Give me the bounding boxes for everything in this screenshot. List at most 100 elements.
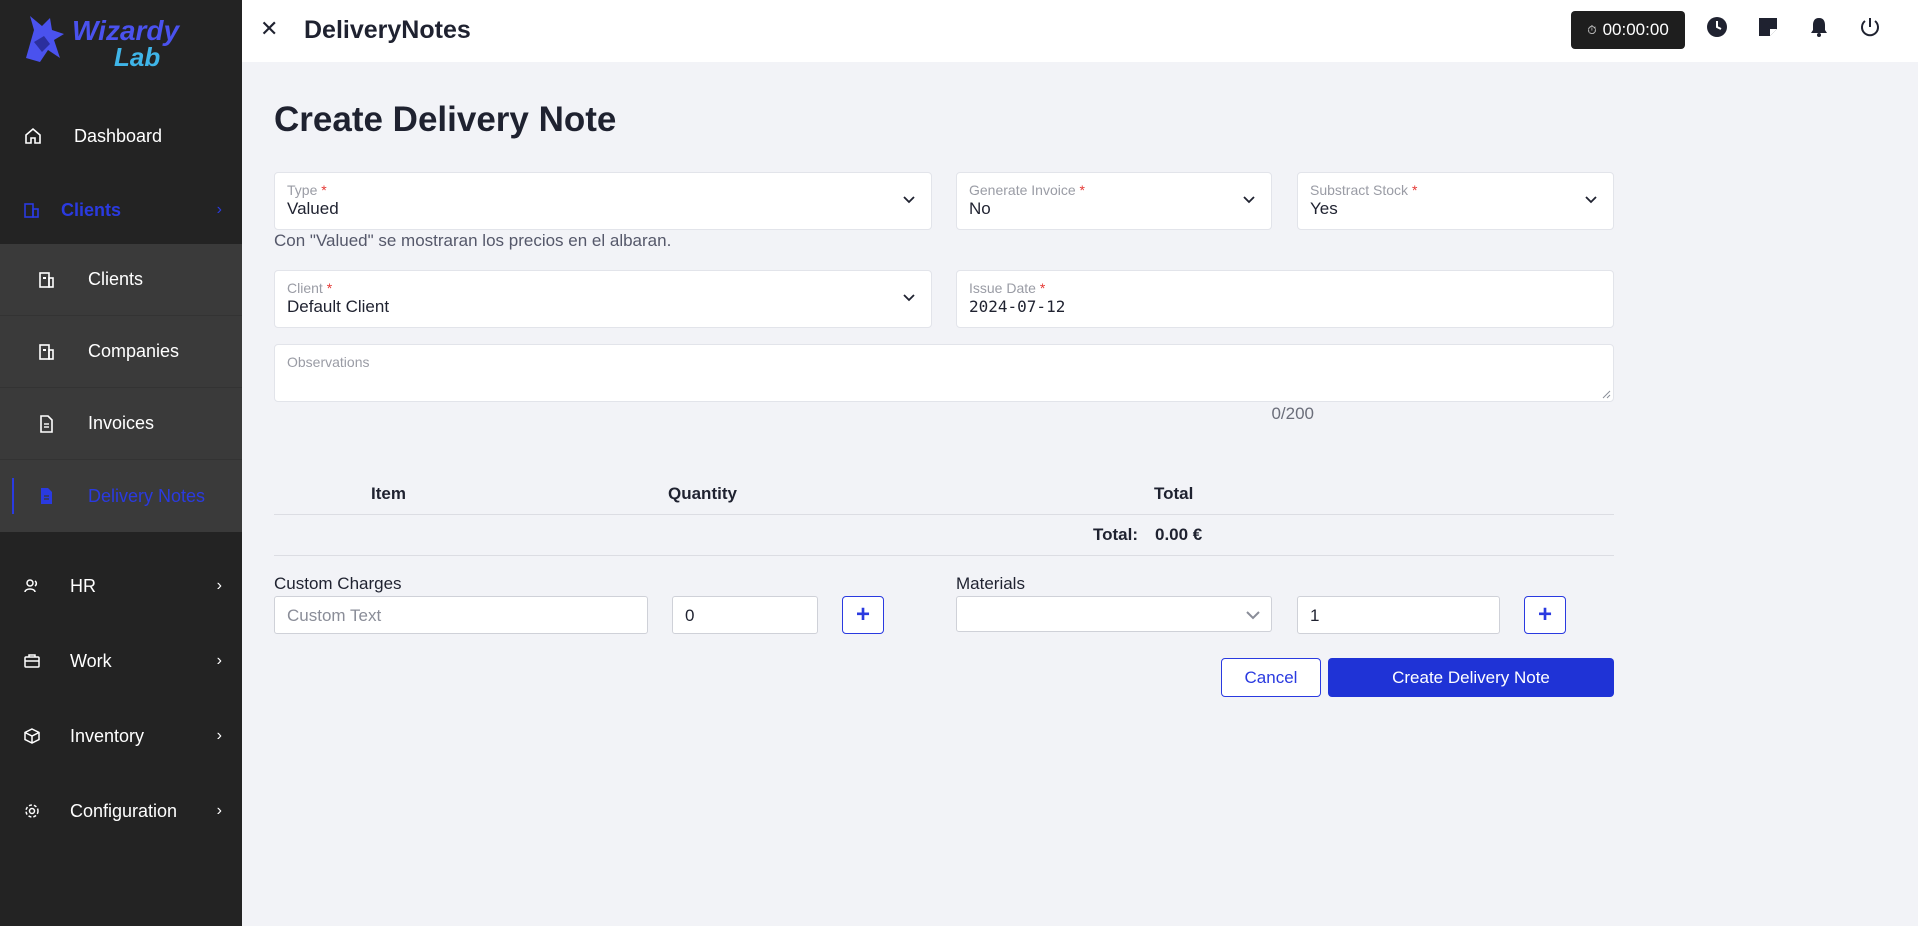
topbar: ✕ DeliveryNotes ⏱ 00:00:00 xyxy=(242,0,1918,62)
sidebar-subitem-invoices[interactable]: Invoices xyxy=(0,388,242,460)
timer-value: 00:00:00 xyxy=(1602,20,1669,39)
chevron-right-icon: › xyxy=(216,577,222,594)
clock-icon[interactable] xyxy=(1706,16,1730,40)
sticky-note-icon[interactable] xyxy=(1757,16,1781,40)
building-icon xyxy=(36,270,56,290)
chevron-right-icon: › xyxy=(216,802,222,819)
observations-label: Observations xyxy=(287,354,370,370)
resize-handle-icon[interactable] xyxy=(1601,389,1611,399)
generate-invoice-label: Generate Invoice xyxy=(969,182,1076,198)
column-header-total: Total xyxy=(1154,484,1194,503)
generate-invoice-value: No xyxy=(969,199,991,218)
plus-icon: + xyxy=(1537,601,1552,628)
issue-date-value: 2024-07-12 xyxy=(969,297,1066,316)
sidebar-item-hr[interactable]: HR › xyxy=(0,568,242,604)
logo-sub: Lab xyxy=(114,42,161,72)
column-header-quantity: Quantity xyxy=(668,484,737,503)
sidebar-item-clients[interactable]: Clients › xyxy=(0,192,242,228)
document-icon xyxy=(36,414,56,434)
sidebar-subitem-clients[interactable]: Clients xyxy=(0,244,242,316)
add-custom-charge-button[interactable]: + xyxy=(842,596,884,634)
chevron-down-icon xyxy=(1246,611,1260,620)
client-value: Default Client xyxy=(287,297,390,316)
required-mark: * xyxy=(1079,182,1085,198)
gear-icon xyxy=(21,800,43,822)
total-label: Total: xyxy=(1093,525,1139,544)
client-select[interactable]: Client * Default Client xyxy=(274,270,932,328)
materials-label: Materials xyxy=(956,574,1025,593)
clients-submenu: Clients Companies Invoices Delivery Note… xyxy=(0,244,242,532)
users-icon xyxy=(21,575,43,597)
create-delivery-note-button[interactable]: Create Delivery Note xyxy=(1328,658,1614,697)
page-title: Create Delivery Note xyxy=(274,100,617,139)
add-material-button[interactable]: + xyxy=(1524,596,1566,634)
sidebar-item-configuration[interactable]: Configuration › xyxy=(0,793,242,829)
substract-stock-select[interactable]: Substract Stock * Yes xyxy=(1297,172,1614,230)
building-icon xyxy=(36,342,56,362)
dragon-logo-icon xyxy=(26,16,64,62)
issue-date-label: Issue Date xyxy=(969,280,1036,296)
generate-invoice-select[interactable]: Generate Invoice * No xyxy=(956,172,1272,230)
chevron-down-icon xyxy=(903,196,915,204)
home-icon xyxy=(22,125,44,147)
sidebar-subitem-companies[interactable]: Companies xyxy=(0,316,242,388)
sidebar: Wizardy Lab Dashboard Clients › Clients … xyxy=(0,0,242,926)
timer-button[interactable]: ⏱ 00:00:00 xyxy=(1571,11,1685,49)
briefcase-icon xyxy=(21,650,43,672)
type-label: Type xyxy=(287,182,318,198)
stopwatch-icon: ⏱ xyxy=(1587,22,1597,37)
sidebar-item-label: Work xyxy=(70,650,112,671)
substract-stock-value: Yes xyxy=(1310,199,1338,218)
page-header-title: DeliveryNotes xyxy=(304,16,471,44)
active-indicator xyxy=(12,478,14,514)
custom-charge-amount-input[interactable]: 0 xyxy=(672,596,818,634)
plus-icon: + xyxy=(855,601,870,628)
sidebar-item-label: Dashboard xyxy=(74,125,163,146)
table-divider xyxy=(274,514,1614,515)
required-mark: * xyxy=(1039,280,1046,296)
chevron-down-icon xyxy=(1585,196,1597,204)
required-mark: * xyxy=(1411,182,1418,198)
building-icon xyxy=(20,199,42,221)
custom-charges-label: Custom Charges xyxy=(274,574,402,593)
sidebar-item-label: Clients xyxy=(61,199,122,220)
sidebar-item-dashboard[interactable]: Dashboard xyxy=(0,118,242,154)
sidebar-item-work[interactable]: Work › xyxy=(0,643,242,679)
sidebar-subitem-label: Invoices xyxy=(88,413,155,433)
substract-stock-label: Substract Stock xyxy=(1310,182,1409,198)
observations-textarea[interactable]: Observations xyxy=(274,344,1614,402)
total-value: 0.00 € xyxy=(1155,525,1203,544)
power-icon[interactable] xyxy=(1859,16,1883,40)
character-counter: 0/200 xyxy=(1271,404,1314,423)
sidebar-subitem-label: Delivery Notes xyxy=(88,485,206,506)
chevron-down-icon xyxy=(1243,196,1255,204)
material-quantity-input[interactable]: 1 xyxy=(1297,596,1500,634)
sidebar-subitem-label: Clients xyxy=(88,269,144,289)
logo[interactable]: Wizardy Lab xyxy=(20,12,200,72)
cancel-button[interactable]: Cancel xyxy=(1221,658,1321,697)
sidebar-item-label: HR xyxy=(70,575,96,596)
sidebar-subitem-delivery-notes[interactable]: Delivery Notes xyxy=(0,460,242,532)
type-select[interactable]: Type * Valued xyxy=(274,172,932,230)
chevron-right-icon: › xyxy=(216,727,222,744)
box-icon xyxy=(21,725,43,747)
issue-date-field[interactable]: Issue Date * 2024-07-12 xyxy=(956,270,1614,328)
type-hint: Con "Valued" se mostraran los precios en… xyxy=(274,231,672,250)
table-divider xyxy=(274,555,1614,556)
document-icon xyxy=(36,486,56,506)
client-label: Client xyxy=(287,280,323,296)
chevron-right-icon: › xyxy=(216,201,222,218)
chevron-down-icon xyxy=(903,294,915,302)
required-mark: * xyxy=(326,280,333,296)
sidebar-subitem-label: Companies xyxy=(88,341,180,361)
materials-select[interactable] xyxy=(956,596,1272,632)
column-header-item: Item xyxy=(371,484,406,503)
sidebar-item-label: Configuration xyxy=(70,800,178,821)
sidebar-item-inventory[interactable]: Inventory › xyxy=(0,718,242,754)
custom-text-input[interactable]: Custom Text xyxy=(274,596,648,634)
chevron-right-icon: › xyxy=(216,652,222,669)
type-value: Valued xyxy=(287,199,339,218)
bell-icon[interactable] xyxy=(1808,16,1832,40)
close-icon[interactable]: ✕ xyxy=(260,16,278,42)
required-mark: * xyxy=(321,182,327,198)
